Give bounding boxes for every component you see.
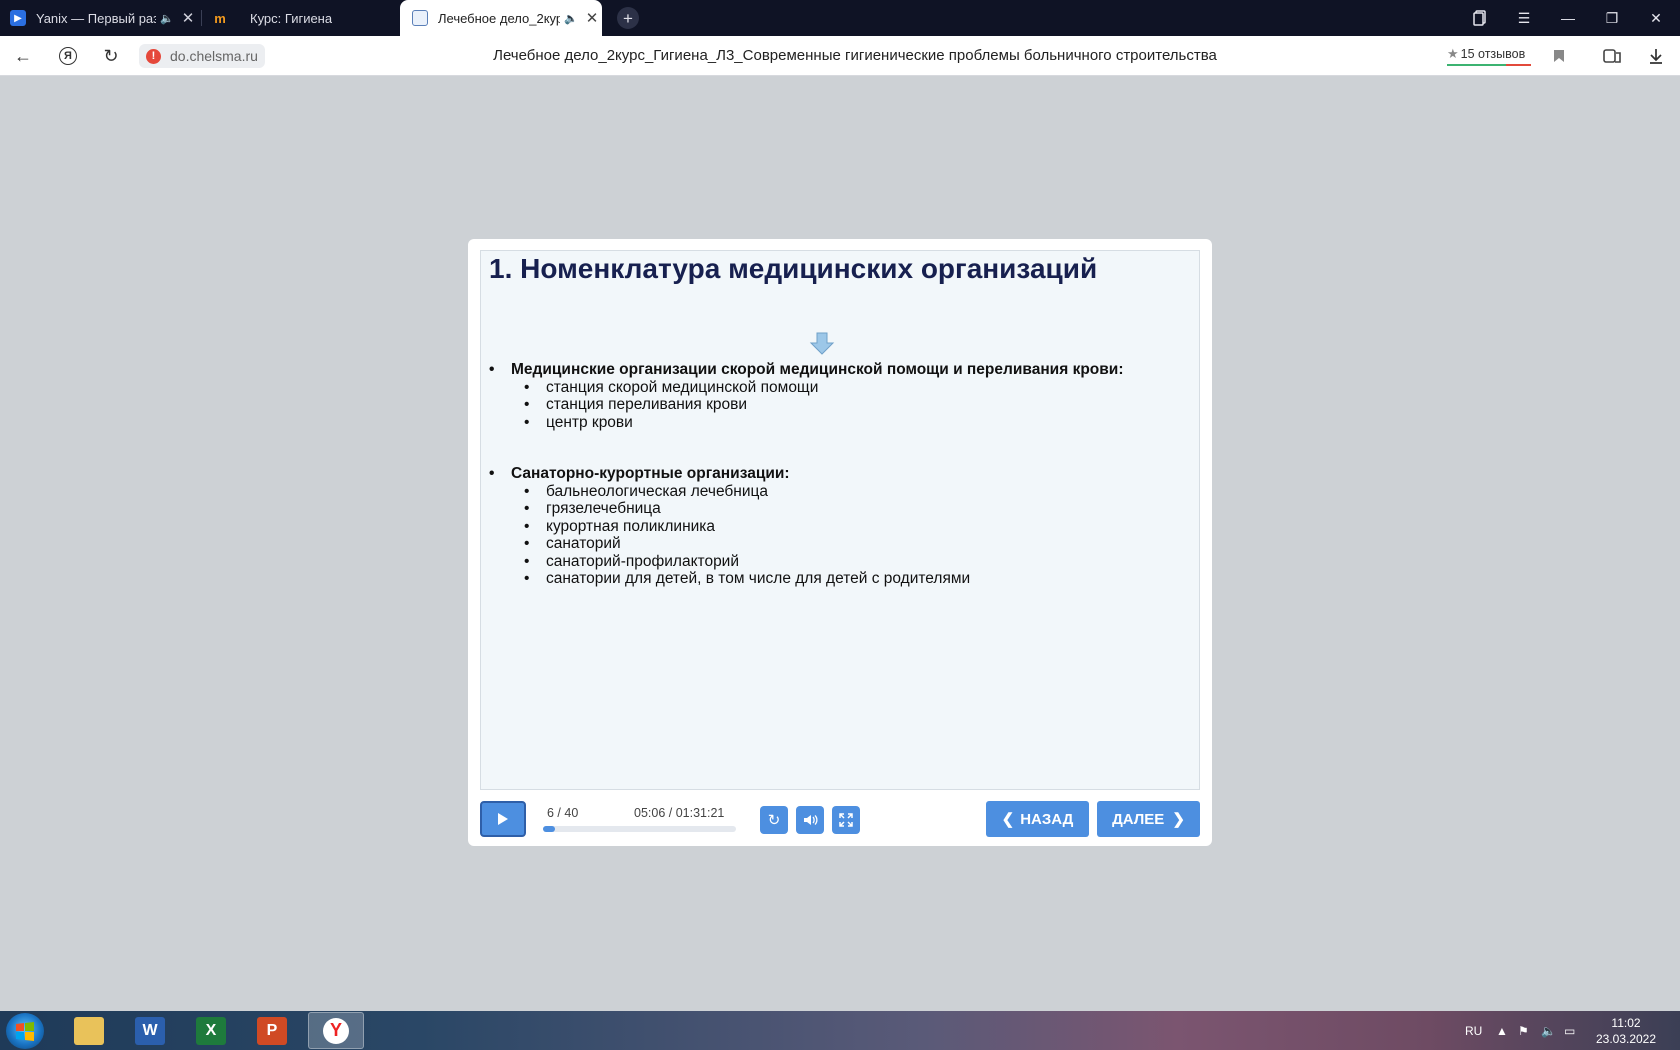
next-button[interactable]: ДАЛЕЕ ❯ — [1097, 801, 1200, 837]
language-indicator[interactable]: RU — [1465, 1011, 1482, 1050]
minimize-icon[interactable]: — — [1546, 0, 1590, 36]
progress-fill — [543, 826, 555, 832]
start-button[interactable] — [6, 1013, 44, 1049]
url-text: do.chelsma.ru — [170, 48, 258, 64]
list-item: • станция скорой медицинской помощи — [524, 378, 819, 396]
excel-icon: X — [196, 1016, 226, 1045]
sound-icon[interactable]: 🔈 — [564, 12, 578, 25]
tab-yanix[interactable]: ▶ Yanix — Первый раз 🔈 ✕ — [10, 0, 196, 36]
playback-time: 05:06 / 01:31:21 — [634, 806, 725, 820]
new-tab-button[interactable]: + — [617, 7, 639, 29]
powerpoint-icon: P — [257, 1016, 287, 1045]
play-icon — [498, 813, 508, 825]
reload-icon[interactable]: ↻ — [98, 44, 124, 68]
url-field[interactable]: ! do.chelsma.ru — [139, 44, 265, 68]
tab-bar: ▶ Yanix — Первый раз 🔈 ✕ m Курс: Гигиена… — [0, 0, 1680, 36]
slide-counter: 6 / 40 — [547, 806, 579, 820]
sound-icon[interactable]: 🔈 — [160, 12, 174, 25]
list-item: • курортная поликлиника — [524, 517, 716, 535]
restore-icon[interactable]: ❐ — [1590, 0, 1634, 36]
page-title: Лечебное дело_2курс_Гигиена_Л3_Современн… — [493, 47, 1217, 64]
taskbar: W X P Y RU ▲ ⚑ 🔈 ▭ 11:02 23.03.2022 — [0, 1011, 1680, 1050]
volume-icon — [803, 815, 818, 825]
windows-logo-icon — [16, 1022, 34, 1041]
menu-icon[interactable]: ☰ — [1502, 0, 1546, 36]
list-item: • центр крови — [524, 413, 633, 431]
reviews-count: 15 отзывов — [1460, 47, 1526, 61]
chevron-right-icon: ❯ — [1172, 811, 1185, 828]
clock-date: 23.03.2022 — [1595, 1032, 1657, 1046]
fullscreen-icon — [839, 813, 853, 827]
list-heading: • Санаторно-курортные организации: — [489, 465, 790, 482]
tab-title: Yanix — Первый раз — [36, 10, 156, 26]
list-item: • санаторий — [524, 535, 621, 552]
address-bar: ← Я ↻ ! do.chelsma.ru Лечебное дело_2кур… — [0, 36, 1680, 76]
list-item: • грязелечебница — [524, 500, 661, 517]
taskbar-yandex[interactable]: Y — [308, 1012, 364, 1049]
word-icon: W — [135, 1016, 165, 1045]
tab-course[interactable]: m Курс: Гигиена — [212, 0, 392, 36]
chevron-left-icon: ❮ — [1001, 811, 1015, 828]
folder-icon — [74, 1016, 104, 1045]
list-item: • санаторий-профилакторий — [524, 552, 740, 570]
progress-bar[interactable] — [543, 826, 736, 832]
replay-button[interactable]: ↻ — [760, 806, 788, 834]
list-item: • санатории для детей, в том числе для де… — [524, 570, 971, 587]
tray-expand-icon[interactable]: ▲ — [1496, 1011, 1508, 1050]
replay-icon: ↻ — [767, 812, 781, 829]
fullscreen-button[interactable] — [832, 806, 860, 834]
collections-icon[interactable] — [1458, 0, 1502, 36]
bookmark-icon[interactable] — [1548, 45, 1570, 67]
presentation-player: 1. Номенклатура медицинских организаций … — [468, 239, 1212, 846]
list-item: • станция переливания крови — [524, 396, 748, 413]
clock[interactable]: 11:02 23.03.2022 — [1590, 1015, 1662, 1047]
volume-button[interactable] — [796, 806, 824, 834]
speaker-icon[interactable]: 🔈 — [1541, 1011, 1556, 1050]
tab-title: Курс: Гигиена — [250, 10, 333, 26]
moodle-icon: m — [214, 10, 226, 26]
taskbar-word[interactable]: W — [122, 1012, 178, 1049]
reader-mode-icon[interactable] — [1601, 45, 1623, 67]
taskbar-excel[interactable]: X — [183, 1012, 239, 1049]
reviews-badge[interactable]: ★ 15 отзывов — [1447, 46, 1525, 64]
list-heading: • Медицинские организации скорой медицинс… — [489, 361, 1124, 378]
list-group: • Санаторно-курортные организации: • бальн… — [489, 465, 1194, 588]
tab-title: Лечебное дело_2курс — [438, 10, 560, 26]
document-icon — [412, 10, 428, 26]
rating-bar — [1447, 64, 1531, 66]
taskbar-explorer[interactable] — [61, 1012, 117, 1049]
tab-lecture[interactable]: Лечебное дело_2курс 🔈 ✕ — [400, 0, 602, 36]
back-arrow-icon[interactable]: ← — [10, 44, 36, 68]
slide: 1. Номенклатура медицинских организаций … — [480, 250, 1200, 790]
flag-icon[interactable]: ⚑ — [1518, 1011, 1529, 1050]
tab-divider — [201, 10, 202, 26]
down-arrow-icon — [809, 332, 835, 361]
list-group: • Медицинские организации скорой медицинс… — [489, 361, 1194, 431]
list-item: • бальнеологическая лечебница — [524, 482, 769, 500]
warning-icon[interactable]: ! — [146, 48, 161, 64]
play-button[interactable] — [480, 801, 526, 837]
yandex-icon[interactable]: Я — [55, 44, 81, 68]
back-button[interactable]: ❮ НАЗАД — [986, 801, 1089, 837]
clock-time: 11:02 — [1611, 1016, 1641, 1030]
taskbar-powerpoint[interactable]: P — [244, 1012, 300, 1049]
slide-title: 1. Номенклатура медицинских организаций — [489, 253, 1098, 284]
close-window-icon[interactable]: ✕ — [1634, 0, 1678, 36]
network-icon[interactable]: ▭ — [1564, 1011, 1575, 1050]
close-icon[interactable]: ✕ — [182, 9, 195, 27]
close-icon[interactable]: ✕ — [586, 9, 599, 27]
yandex-browser-icon: Y — [323, 1017, 349, 1044]
star-icon: ★ — [1447, 46, 1459, 61]
video-play-icon: ▶ — [10, 10, 26, 26]
download-icon[interactable] — [1645, 45, 1667, 67]
slide-content: • Медицинские организации скорой медицинс… — [489, 361, 1194, 622]
